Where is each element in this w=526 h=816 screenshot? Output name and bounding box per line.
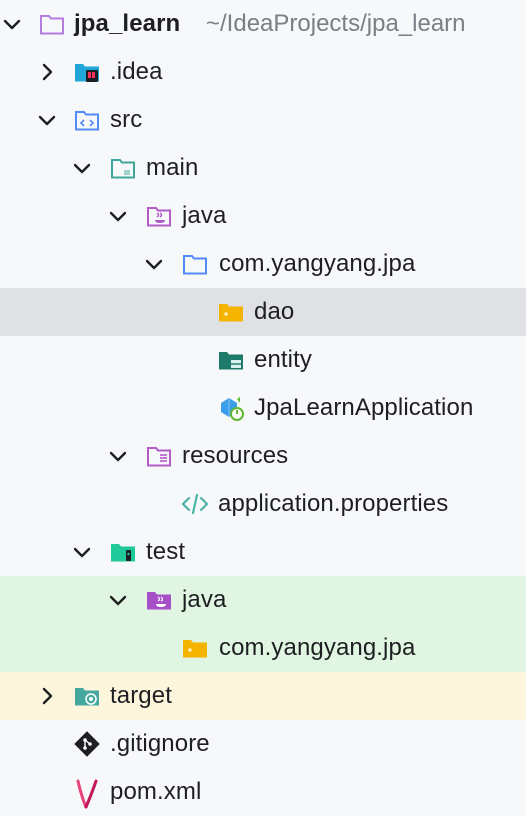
- node-label: .gitignore: [110, 730, 210, 757]
- tree-row-src[interactable]: src: [0, 96, 526, 144]
- source-folder-icon: [74, 107, 100, 133]
- chevron-down-icon[interactable]: [2, 14, 22, 34]
- chevron-right-icon[interactable]: [37, 62, 57, 82]
- tree-row-gitignore[interactable]: .gitignore: [0, 720, 526, 768]
- tree-row-entity[interactable]: entity: [0, 336, 526, 384]
- tree-row-project-root[interactable]: jpa_learn ~/IdeaProjects/jpa_learn: [0, 0, 526, 48]
- node-label: resources: [182, 442, 289, 469]
- tree-row-pom[interactable]: pom.xml: [0, 768, 526, 816]
- tree-row-main-java[interactable]: java: [0, 192, 526, 240]
- project-tree: jpa_learn ~/IdeaProjects/jpa_learn .idea: [0, 0, 526, 809]
- tree-row-main[interactable]: main: [0, 144, 526, 192]
- excluded-folder-icon: [74, 683, 100, 709]
- tree-row-test-package[interactable]: com.yangyang.jpa: [0, 624, 526, 672]
- tree-row-idea[interactable]: .idea: [0, 48, 526, 96]
- package-folder-icon: [182, 635, 208, 661]
- folder-icon: [110, 155, 136, 181]
- spring-boot-application-icon: [218, 395, 244, 421]
- tree-row-app-class[interactable]: JpaLearnApplication: [0, 384, 526, 432]
- node-label: java: [182, 586, 227, 613]
- tree-row-main-package[interactable]: com.yangyang.jpa: [0, 240, 526, 288]
- package-folder-icon: [182, 251, 208, 277]
- chevron-right-icon[interactable]: [37, 686, 57, 706]
- chevron-down-icon[interactable]: [72, 158, 92, 178]
- properties-file-icon: [180, 491, 209, 517]
- tree-row-dao[interactable]: dao: [0, 288, 526, 336]
- package-folder-icon: [218, 299, 244, 325]
- tree-row-target[interactable]: target: [0, 672, 526, 720]
- test-folder-icon: [110, 539, 136, 565]
- node-label: java: [182, 202, 227, 229]
- resources-root-icon: [146, 443, 172, 469]
- chevron-down-icon[interactable]: [72, 542, 92, 562]
- node-label: entity: [254, 346, 312, 373]
- node-label: src: [110, 106, 143, 133]
- git-icon: [74, 731, 100, 757]
- node-label: com.yangyang.jpa: [219, 634, 416, 661]
- project-name: jpa_learn: [74, 10, 181, 37]
- node-label: JpaLearnApplication: [254, 394, 474, 421]
- idea-folder-icon: [74, 59, 100, 85]
- node-label: main: [146, 154, 199, 181]
- tree-row-test[interactable]: test: [0, 528, 526, 576]
- node-label: com.yangyang.jpa: [219, 250, 416, 277]
- node-label: target: [110, 682, 172, 709]
- chevron-down-icon[interactable]: [108, 206, 128, 226]
- node-label: .idea: [110, 58, 163, 85]
- tree-row-resources[interactable]: resources: [0, 432, 526, 480]
- chevron-down-icon[interactable]: [37, 110, 57, 130]
- node-label: dao: [254, 298, 295, 325]
- tree-row-app-properties[interactable]: application.properties: [0, 480, 526, 528]
- node-label: pom.xml: [110, 778, 202, 805]
- tree-row-test-java[interactable]: java: [0, 576, 526, 624]
- maven-icon: [74, 779, 100, 809]
- test-source-root-icon: [146, 587, 172, 613]
- node-label: test: [146, 538, 186, 565]
- entity-package-icon: [218, 347, 244, 373]
- java-source-root-icon: [146, 203, 172, 229]
- node-label: application.properties: [218, 490, 449, 517]
- module-folder-icon: [39, 11, 65, 37]
- project-path: ~/IdeaProjects/jpa_learn: [206, 10, 466, 37]
- chevron-down-icon[interactable]: [108, 446, 128, 466]
- chevron-down-icon[interactable]: [144, 254, 164, 274]
- chevron-down-icon[interactable]: [108, 590, 128, 610]
